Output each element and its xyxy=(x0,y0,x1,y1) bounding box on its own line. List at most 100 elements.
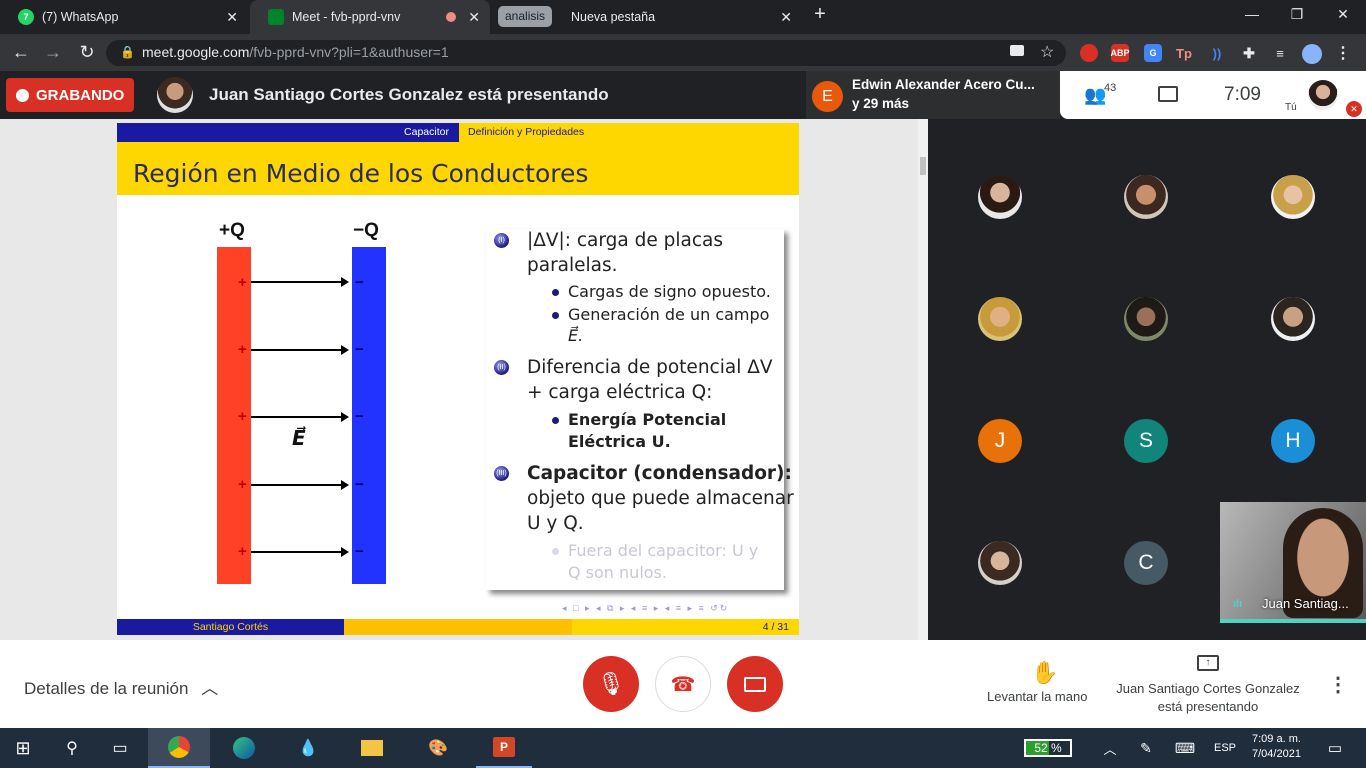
raise-hand-label[interactable]: Levantar la mano xyxy=(987,689,1087,704)
self-label: Tú xyxy=(1285,102,1297,113)
battery-indicator[interactable]: 52 % xyxy=(1024,739,1072,757)
tab-whatsapp[interactable]: 7 (7) WhatsApp ✕ xyxy=(0,0,248,34)
participant-avatar[interactable] xyxy=(978,541,1022,585)
participant-avatar[interactable] xyxy=(1124,297,1168,341)
participant-avatar-c[interactable]: C xyxy=(1124,541,1168,585)
extensions-puzzle-icon[interactable]: ✚ xyxy=(1240,44,1258,62)
footer-author: Santiago Cortés xyxy=(117,619,344,635)
participant-avatar[interactable] xyxy=(978,175,1022,219)
bullet-ball-icon: (II) xyxy=(494,360,509,375)
camera-toggle-button[interactable] xyxy=(727,656,783,712)
notification-line2: y 29 más xyxy=(852,96,910,111)
scrollbar[interactable] xyxy=(918,119,928,640)
self-avatar[interactable] xyxy=(1308,80,1338,110)
electric-field-label: E⃗ xyxy=(292,428,306,450)
footer-middle xyxy=(344,619,572,635)
camera-icon[interactable] xyxy=(1010,45,1024,56)
chat-icon[interactable] xyxy=(1158,86,1178,102)
participant-avatar[interactable] xyxy=(1271,297,1315,341)
close-window-button[interactable]: ✕ xyxy=(1333,6,1353,23)
pen-icon[interactable]: ✎ xyxy=(1134,728,1158,768)
chevron-up-icon: ︿ xyxy=(201,679,219,698)
taskbar-clock[interactable]: 7:09 a. m. 7/04/2021 xyxy=(1252,732,1301,762)
slide-title: Región en Medio de los Conductores xyxy=(133,159,589,188)
participant-avatar-s[interactable]: S xyxy=(1124,419,1168,463)
url-host: meet.google.com xyxy=(142,44,250,60)
hang-up-icon: ☎ xyxy=(670,673,696,696)
raise-hand-icon[interactable]: ✋ xyxy=(1031,660,1058,686)
more-options-icon[interactable]: ⋮ xyxy=(1328,672,1348,697)
language-indicator[interactable]: ESP xyxy=(1210,728,1240,768)
leave-call-button[interactable]: ☎ xyxy=(655,656,711,712)
presenting-status-label[interactable]: Juan Santiago Cortes Gonzalez está prese… xyxy=(1112,680,1304,716)
bookmark-star-icon[interactable]: ☆ xyxy=(1040,42,1054,62)
close-tab-icon[interactable]: ✕ xyxy=(226,9,238,26)
new-tab-button[interactable]: + xyxy=(810,3,830,26)
reload-icon[interactable]: ↻ xyxy=(76,41,98,63)
minus-sign: − xyxy=(355,543,364,560)
restore-button[interactable]: ❐ xyxy=(1287,6,1307,23)
bullet2-line1: Diferencia de potencial ΔV xyxy=(527,357,773,378)
bullet3-line2: objeto que puede almacenar xyxy=(527,488,794,509)
mic-toggle-button[interactable]: 🎙 xyxy=(583,656,639,712)
meeting-clock: 7:09 xyxy=(1224,84,1261,105)
participant-avatar[interactable] xyxy=(1124,175,1168,219)
profile-avatar[interactable] xyxy=(1302,44,1322,64)
translate-icon[interactable]: G xyxy=(1144,44,1162,62)
plus-sign: + xyxy=(238,543,247,560)
tab-new[interactable]: Nueva pestaña ✕ xyxy=(552,0,802,34)
powerpoint-taskbar-icon[interactable]: P xyxy=(476,728,532,768)
participant-avatar[interactable] xyxy=(1271,175,1315,219)
participant-avatar[interactable] xyxy=(978,297,1022,341)
audio-extension-icon[interactable]: )) xyxy=(1208,44,1226,62)
browser-menu-icon[interactable]: ⋮ xyxy=(1334,44,1352,62)
positive-plate-label: +Q xyxy=(219,220,245,241)
app-taskbar-icon[interactable]: 💧 xyxy=(280,728,336,768)
recording-dot-icon xyxy=(446,12,456,22)
edge-taskbar-icon[interactable] xyxy=(216,728,272,768)
stop-extension-icon[interactable] xyxy=(1080,44,1098,62)
start-button[interactable]: ⊞ xyxy=(0,728,46,768)
participant-avatar-h[interactable]: H xyxy=(1271,419,1315,463)
url-text[interactable]: meet.google.com/fvb-pprd-vnv?pli=1&authu… xyxy=(142,44,449,60)
chrome-taskbar-icon[interactable] xyxy=(148,728,210,768)
sub2a-line1: Energía Potencial xyxy=(568,410,727,429)
bullet1-line1: |ΔV|: carga de placas xyxy=(527,230,724,251)
search-icon[interactable]: ⚲ xyxy=(50,728,94,768)
meeting-details-button[interactable]: Detalles de la reunión ︿ xyxy=(24,674,218,699)
task-view-icon[interactable]: ▭ xyxy=(98,728,142,768)
minimize-button[interactable]: — xyxy=(1242,6,1262,22)
tp-extension-icon[interactable]: Tp xyxy=(1175,44,1193,62)
tab-meet[interactable]: Meet - fvb-pprd-vnv ✕ xyxy=(250,0,490,34)
meeting-details-label: Detalles de la reunión xyxy=(24,679,189,698)
scrollbar-thumb[interactable] xyxy=(920,157,926,175)
beamer-navigation-symbols[interactable]: ◂ □ ▸ ◂ ⧉ ▸ ◂ ≡ ▸ ◂ ≡ ▸ ≡ ↺↻ xyxy=(562,603,729,614)
camera-off-icon xyxy=(744,676,766,692)
bullet3-line1: Capacitor (condensador): xyxy=(527,463,792,484)
chevron-up-icon[interactable]: ︿ xyxy=(1098,728,1122,768)
tab-title: Meet - fvb-pprd-vnv xyxy=(292,10,401,24)
plus-sign: + xyxy=(238,408,247,425)
paint-taskbar-icon[interactable]: 🎨 xyxy=(410,728,466,768)
present-screen-icon[interactable]: ↑ xyxy=(1197,655,1219,671)
field-arrow xyxy=(251,480,349,490)
back-icon[interactable]: ← xyxy=(10,41,32,63)
media-queue-icon[interactable]: ≡ xyxy=(1271,44,1289,62)
sub1a: Cargas de signo opuesto. xyxy=(568,282,771,301)
taskbar-time: 7:09 a. m. xyxy=(1252,733,1301,745)
participant-avatar-j[interactable]: J xyxy=(978,419,1022,463)
close-tab-icon[interactable]: ✕ xyxy=(468,9,480,26)
tab-group-label[interactable]: analisis xyxy=(498,6,553,27)
adblock-icon[interactable]: ABP xyxy=(1111,44,1130,62)
file-explorer-icon[interactable] xyxy=(344,728,400,768)
record-dot-icon xyxy=(16,88,29,102)
footer-page: 4 / 31 xyxy=(572,619,799,635)
forward-icon[interactable]: → xyxy=(42,41,64,63)
slide-navigation: Capacitor Definición y Propiedades xyxy=(117,123,799,142)
close-tab-icon[interactable]: ✕ xyxy=(780,9,792,26)
keyboard-icon[interactable]: ⌨ xyxy=(1170,728,1200,768)
slide-footer: Santiago Cortés 4 / 31 xyxy=(117,619,799,635)
notifications-icon[interactable]: ▭ xyxy=(1320,728,1350,768)
field-arrow xyxy=(251,277,349,287)
people-count: 43 xyxy=(1104,82,1117,94)
